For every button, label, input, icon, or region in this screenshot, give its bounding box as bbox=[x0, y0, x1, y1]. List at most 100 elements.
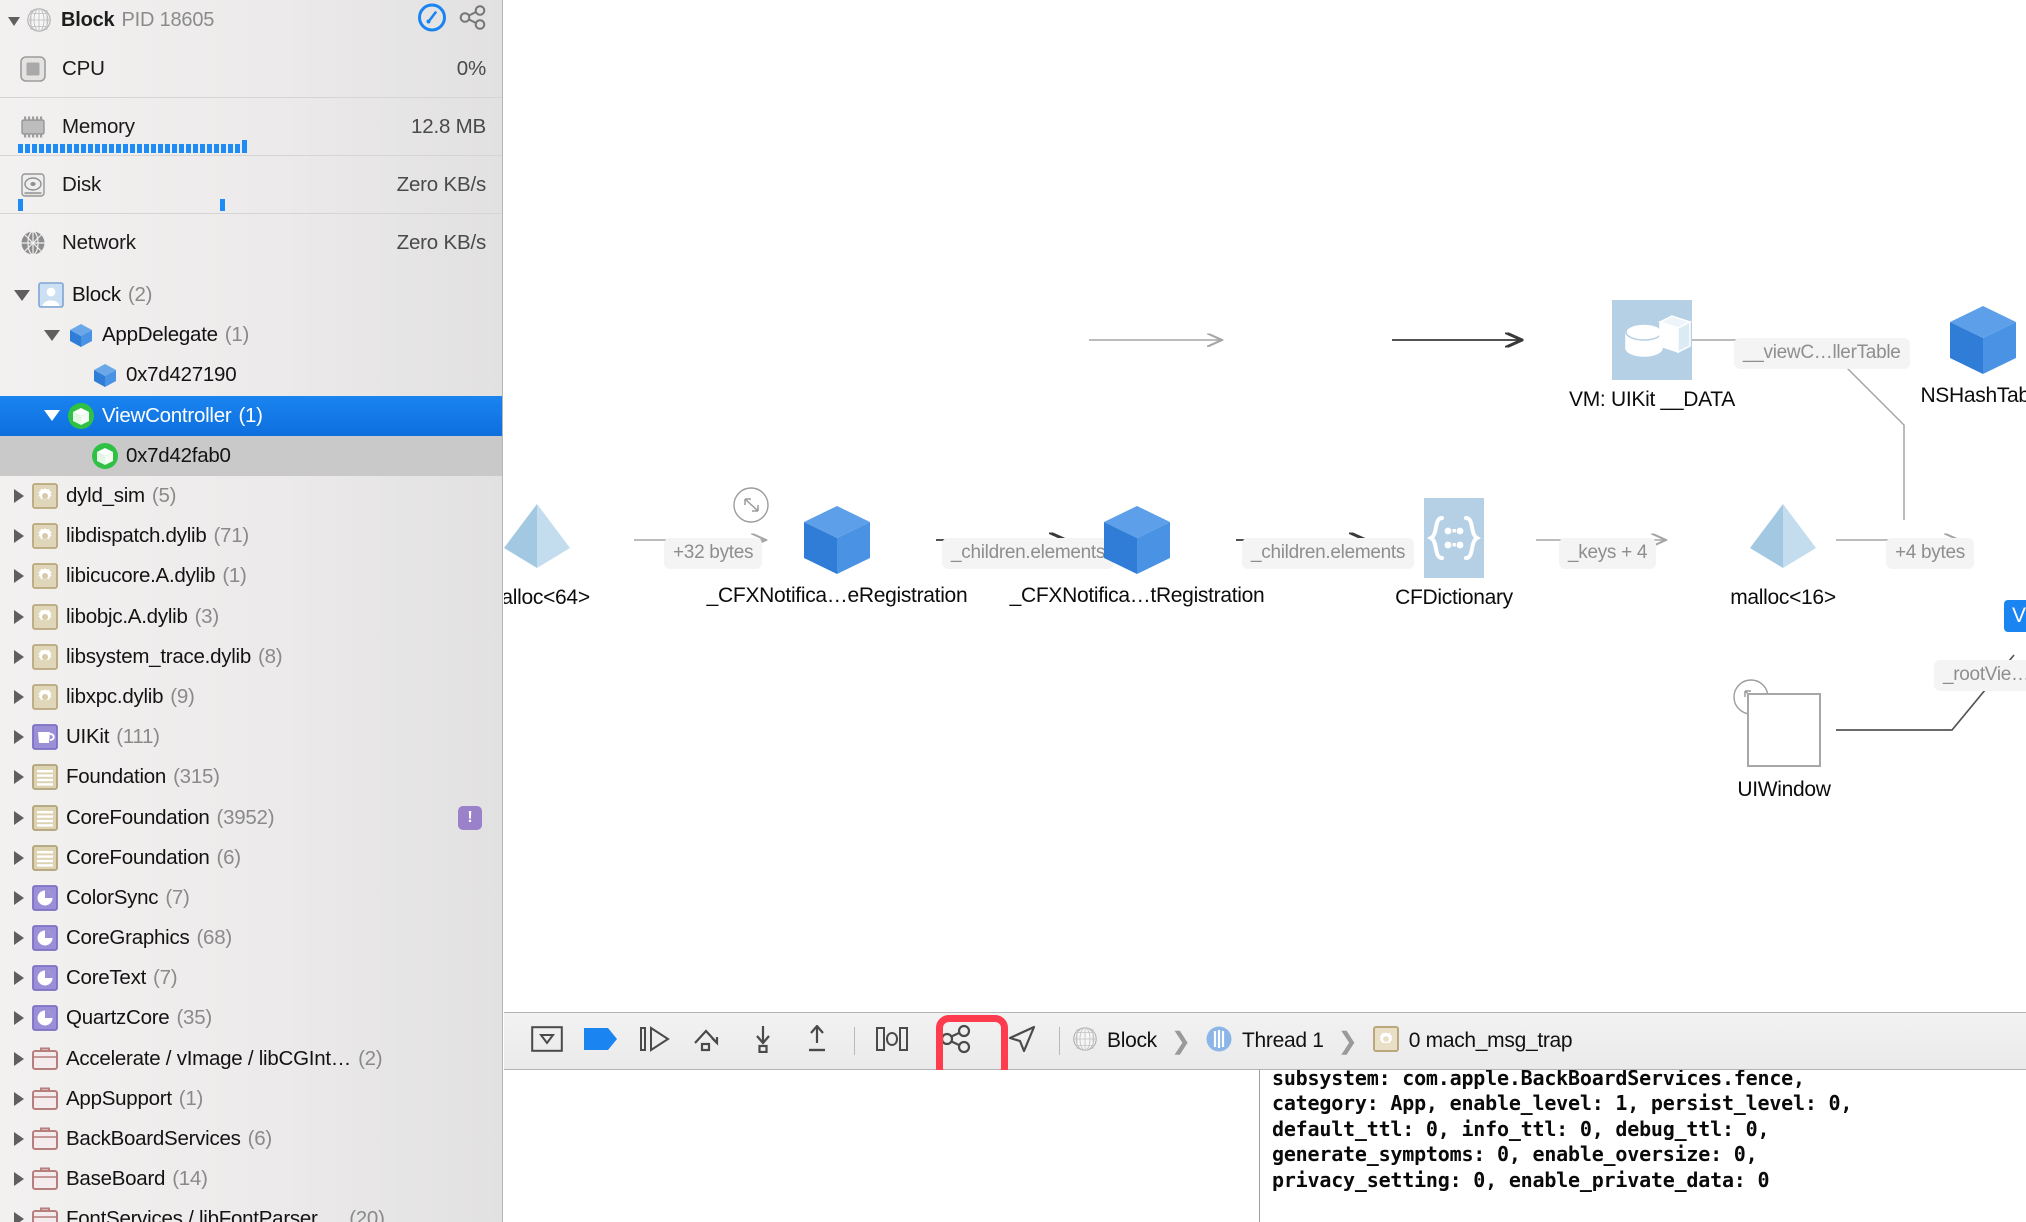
toolbar-divider-2 bbox=[1059, 1027, 1060, 1055]
tree-row[interactable]: libxpc.dylib (9) bbox=[0, 677, 502, 717]
tree-disclosure-triangle[interactable] bbox=[14, 1091, 24, 1106]
step-out-button[interactable] bbox=[790, 1021, 844, 1061]
tree-row-label: dyld_sim bbox=[66, 484, 145, 508]
step-into-button[interactable] bbox=[736, 1021, 790, 1061]
tree-disclosure-triangle[interactable] bbox=[14, 850, 24, 865]
tree-row-label: 0x7d427190 bbox=[126, 363, 237, 387]
tree-disclosure-triangle[interactable] bbox=[14, 689, 24, 704]
console-output[interactable]: subsystem: com.apple.BackBoardServices.f… bbox=[1259, 1070, 2026, 1222]
tree-row[interactable]: 0x7d42fab0 bbox=[0, 435, 502, 476]
tree-disclosure-triangle[interactable] bbox=[14, 569, 24, 584]
gauge-row-memory[interactable]: Memory 12.8 MB bbox=[0, 97, 502, 155]
tree-disclosure-triangle[interactable] bbox=[14, 971, 24, 986]
graph-node-cfdictionary[interactable]: CFDictionary bbox=[1395, 498, 1513, 609]
memory-graph-icon[interactable] bbox=[458, 5, 488, 36]
tree-disclosure-triangle[interactable] bbox=[14, 730, 24, 745]
memory-graph-button[interactable] bbox=[929, 1021, 983, 1061]
graph-node-uiwindow[interactable]: UIWindow bbox=[1737, 690, 1831, 801]
breakpoints-toggle-button[interactable] bbox=[574, 1021, 628, 1061]
tree-row[interactable]: libicucore.A.dylib (1) bbox=[0, 556, 502, 596]
tree-row-count: (7) bbox=[153, 966, 178, 990]
breadcrumb-item-frame[interactable]: 0 mach_msg_trap bbox=[1409, 1029, 1573, 1053]
graph-edge-label: _rootVie…ontro bbox=[1934, 660, 2026, 691]
tree-row[interactable]: CoreGraphics (68) bbox=[0, 918, 502, 958]
tree-row-count: (2) bbox=[358, 1046, 383, 1070]
tree-row[interactable]: dyld_sim (5) bbox=[0, 476, 502, 516]
graph-node-label: _CFXNotifica…tRegistration bbox=[1009, 584, 1265, 607]
tree-row[interactable]: CoreFoundation (6) bbox=[0, 838, 502, 878]
simulate-location-button[interactable] bbox=[995, 1021, 1049, 1061]
console-line: subsystem: com.apple.BackBoardServices.f… bbox=[1272, 1070, 1805, 1090]
tree-disclosure-triangle[interactable] bbox=[44, 410, 60, 422]
step-over-button[interactable] bbox=[682, 1021, 736, 1061]
gauge-disclosure-triangle[interactable] bbox=[8, 16, 20, 26]
tree-disclosure-triangle[interactable] bbox=[14, 649, 24, 664]
breadcrumb[interactable]: Block ❯ Thread 1 ❯ 0 mach_msg_trap bbox=[1072, 1025, 1573, 1058]
tree-disclosure-triangle[interactable] bbox=[14, 770, 24, 785]
view-hierarchy-button[interactable] bbox=[865, 1021, 919, 1061]
gauge-row-cpu[interactable]: CPU 0% bbox=[0, 40, 502, 97]
tree-row[interactable]: libdispatch.dylib (71) bbox=[0, 516, 502, 556]
tree-disclosure-triangle[interactable] bbox=[14, 489, 24, 504]
graph-node-cfx-observer-registration[interactable]: _CFXNotifica…eRegistration bbox=[707, 496, 968, 607]
hide-debug-area-button[interactable] bbox=[520, 1021, 574, 1061]
tree-disclosure-triangle[interactable] bbox=[14, 890, 24, 905]
tree-row[interactable]: ViewController (1) bbox=[0, 395, 502, 436]
tree-disclosure-triangle[interactable] bbox=[14, 1011, 24, 1026]
tree-row[interactable]: AppSupport (1) bbox=[0, 1079, 502, 1119]
tree-row[interactable]: UIKit (111) bbox=[0, 717, 502, 757]
tree-disclosure-triangle[interactable] bbox=[14, 1132, 24, 1147]
tree-disclosure-triangle[interactable] bbox=[14, 1172, 24, 1187]
step-out-icon bbox=[803, 1023, 831, 1058]
gauge-row-disk[interactable]: Disk Zero KB/s bbox=[0, 155, 502, 213]
graph-node-label: NSHashTable bbox=[1920, 384, 2026, 407]
graph-node-cfx-object-registration[interactable]: _CFXNotifica…tRegistration bbox=[1010, 496, 1265, 607]
graph-node-vm-uikit-data[interactable]: VM: UIKit __DATA bbox=[1569, 300, 1735, 411]
console-area[interactable]: subsystem: com.apple.BackBoardServices.f… bbox=[504, 1070, 2026, 1222]
graph-node-malloc64-left[interactable]: malloc<64> bbox=[504, 498, 590, 609]
gauge-icon[interactable] bbox=[418, 3, 446, 37]
tree-row-label: libsystem_trace.dylib bbox=[66, 644, 252, 668]
malloc-pyramid-icon bbox=[1742, 504, 1824, 584]
tree-row[interactable]: CoreFoundation (3952)! bbox=[0, 797, 502, 837]
green-cube-icon bbox=[67, 402, 95, 430]
gauge-row-network[interactable]: Network Zero KB/s bbox=[0, 213, 502, 271]
tree-row[interactable]: libobjc.A.dylib (3) bbox=[0, 597, 502, 637]
tree-row[interactable]: ColorSync (7) bbox=[0, 878, 502, 918]
issue-badge[interactable]: ! bbox=[458, 805, 482, 830]
continue-button[interactable] bbox=[628, 1021, 682, 1061]
tree-row-label: BaseBoard bbox=[66, 1167, 166, 1191]
tree-disclosure-triangle[interactable] bbox=[14, 609, 24, 624]
tree-row[interactable]: AppDelegate (1) bbox=[0, 315, 502, 355]
tree-row[interactable]: BaseBoard (14) bbox=[0, 1159, 502, 1199]
tree-row-count: (1) bbox=[222, 564, 247, 588]
tree-row[interactable]: Foundation (315) bbox=[0, 757, 502, 797]
tree-row-count: (5) bbox=[151, 484, 177, 508]
graph-node-malloc16[interactable]: malloc<16> bbox=[1730, 498, 1836, 609]
tree-disclosure-triangle[interactable] bbox=[14, 529, 24, 544]
debug-navigator-sidebar[interactable]: Block PID 18605 CPU 0% Memory 12.8 MB Di… bbox=[0, 0, 503, 1222]
tree-row[interactable]: FontServices / libFontParser.… (20) bbox=[0, 1199, 502, 1222]
breadcrumb-item-process[interactable]: Block bbox=[1107, 1029, 1157, 1053]
tree-disclosure-triangle[interactable] bbox=[14, 1051, 24, 1066]
debug-object-tree[interactable]: Block (2) AppDelegate (1) 0x7d427190 ViewCont… bbox=[0, 275, 502, 1222]
tree-disclosure-triangle[interactable] bbox=[44, 329, 60, 341]
gauge-header[interactable]: Block PID 18605 bbox=[0, 0, 502, 40]
tree-row[interactable]: QuartzCore (35) bbox=[0, 998, 502, 1038]
tree-row[interactable]: libsystem_trace.dylib (8) bbox=[0, 637, 502, 677]
tree-disclosure-triangle[interactable] bbox=[14, 1212, 24, 1222]
debug-bar[interactable]: Block ❯ Thread 1 ❯ 0 mach_msg_trap bbox=[504, 1012, 2026, 1070]
tree-row[interactable]: 0x7d427190 bbox=[0, 355, 502, 395]
memory-graph-canvas[interactable]: VM: UIKit __DATA __viewC…llerTable NSHas… bbox=[504, 0, 2026, 1012]
breadcrumb-separator: ❯ bbox=[1170, 1027, 1191, 1055]
tree-disclosure-triangle[interactable] bbox=[14, 810, 24, 825]
breadcrumb-item-thread[interactable]: Thread 1 bbox=[1242, 1029, 1324, 1053]
tree-disclosure-triangle[interactable] bbox=[14, 931, 24, 946]
tree-row[interactable]: Accelerate / vImage / libCGInt… (2) bbox=[0, 1039, 502, 1079]
tree-row[interactable]: Block (2) bbox=[0, 275, 502, 315]
tree-disclosure-triangle[interactable] bbox=[14, 289, 30, 301]
graph-node-viewcontroller-chip[interactable]: Vi bbox=[2004, 600, 2026, 632]
graph-node-nshashtable[interactable]: NSHashTable bbox=[1920, 296, 2026, 407]
tree-row[interactable]: CoreText (7) bbox=[0, 958, 502, 998]
tree-row[interactable]: BackBoardServices (6) bbox=[0, 1119, 502, 1159]
